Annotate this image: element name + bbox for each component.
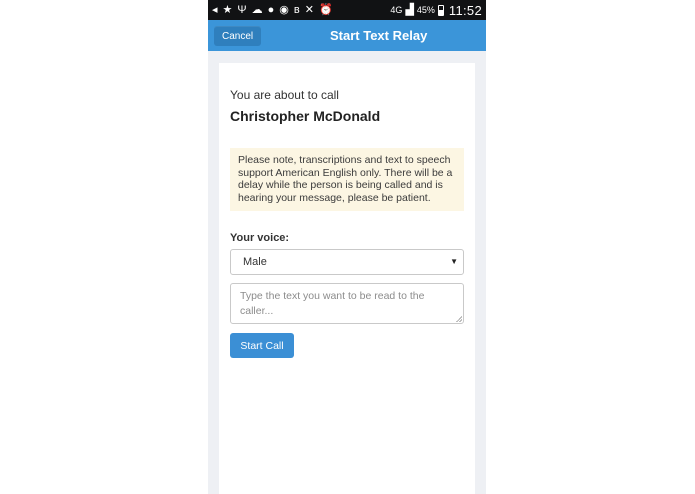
chat-icon: ● xyxy=(267,3,275,16)
status-bar: ◂ ★ Ψ ☁ ● ◉ ʙ ✕ ⏰ 4G ▟ 45% 11:52 xyxy=(208,0,486,20)
header-bar: Cancel Start Text Relay xyxy=(208,20,486,51)
star-icon: ★ xyxy=(222,3,233,16)
bluetooth-icon: ʙ xyxy=(293,3,300,16)
cloud-upload-icon: ☁ xyxy=(251,3,263,16)
voice-select[interactable]: Male ▼ xyxy=(230,249,464,275)
status-right: 4G ▟ 45% 11:52 xyxy=(390,3,482,18)
network-label: 4G xyxy=(390,5,403,15)
battery-percent: 45% xyxy=(416,5,435,15)
usb-icon: Ψ xyxy=(237,3,247,16)
cancel-button[interactable]: Cancel xyxy=(214,26,262,46)
clock: 11:52 xyxy=(448,2,482,18)
message-placeholder: Type the text you want to be read to the… xyxy=(240,290,425,317)
signal-icon: ▟ xyxy=(405,3,414,16)
phone-screen: ◂ ★ Ψ ☁ ● ◉ ʙ ✕ ⏰ 4G ▟ 45% 11:52 Cancel … xyxy=(208,0,486,494)
resize-grip-icon[interactable] xyxy=(456,316,462,322)
start-call-button[interactable]: Start Call xyxy=(230,333,294,358)
soccer-icon: ◉ xyxy=(279,3,289,16)
voice-select-value: Male xyxy=(243,256,267,268)
language-notice: Please note, transcriptions and text to … xyxy=(230,148,464,211)
alarm-icon: ⏰ xyxy=(318,3,333,16)
mute-icon: ✕ xyxy=(304,3,314,16)
call-card: You are about to call Christopher McDona… xyxy=(219,63,475,494)
intro-text: You are about to call xyxy=(230,88,339,102)
caret-down-icon: ▼ xyxy=(450,257,458,266)
message-input[interactable]: Type the text you want to be read to the… xyxy=(230,283,464,324)
battery-icon xyxy=(437,4,444,16)
page-title: Start Text Relay xyxy=(330,28,428,43)
voice-label: Your voice: xyxy=(230,232,290,244)
status-icons: ◂ ★ Ψ ☁ ● ◉ ʙ ✕ ⏰ xyxy=(212,3,390,16)
back-icon: ◂ xyxy=(212,3,218,16)
callee-name: Christopher McDonald xyxy=(230,108,381,124)
